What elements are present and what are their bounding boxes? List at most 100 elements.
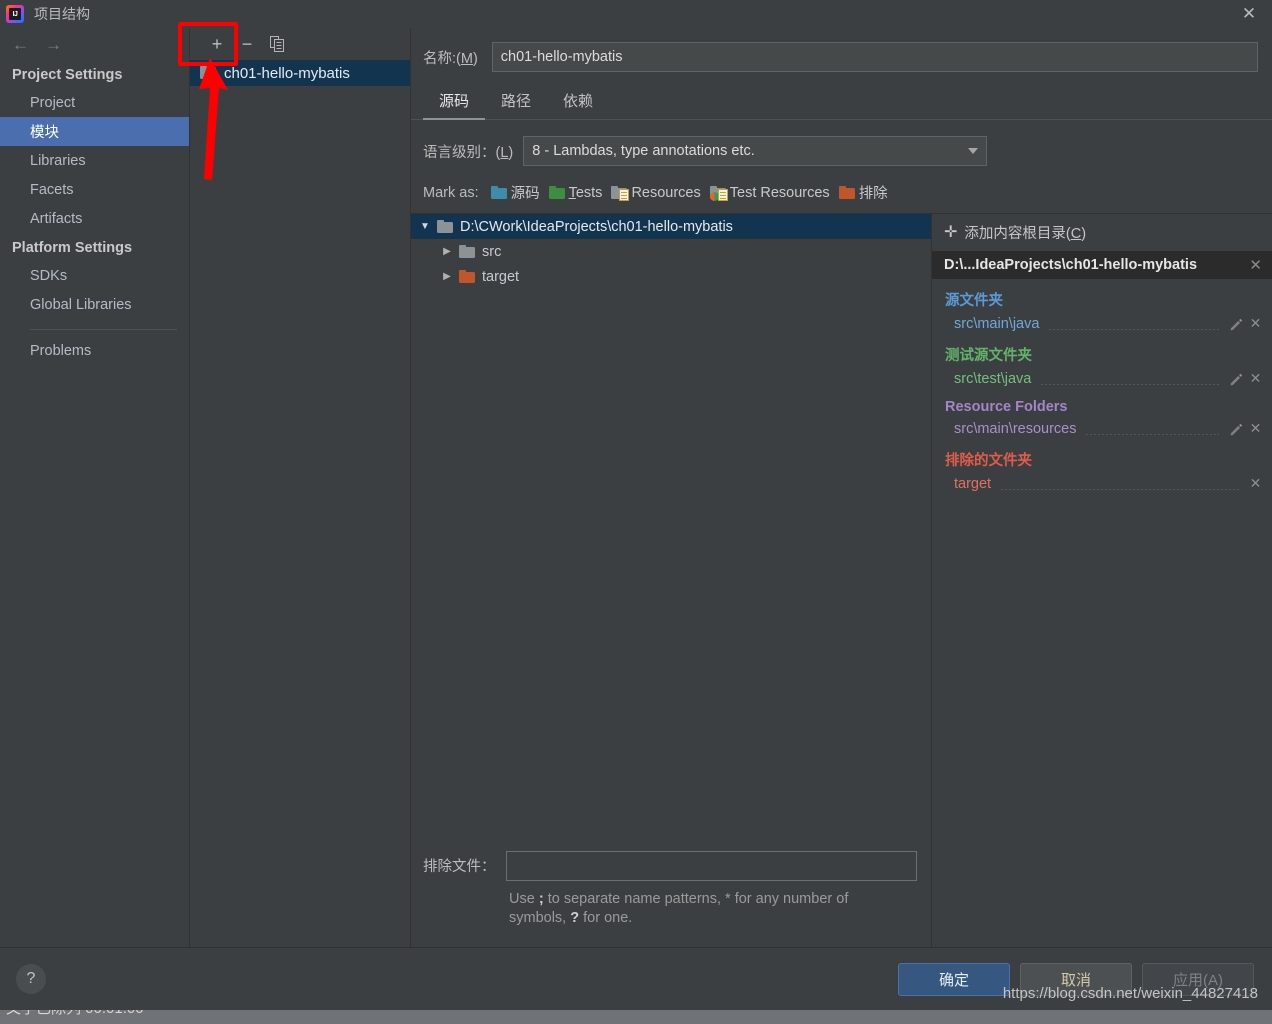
sidebar-item-sdks[interactable]: SDKs: [0, 261, 189, 290]
add-content-root-mnemonic: C: [1070, 226, 1082, 242]
ok-button[interactable]: 确定: [898, 962, 1010, 996]
remove-excluded-folder-icon[interactable]: ✕: [1249, 475, 1262, 492]
section-title-resource-folders: Resource Folders: [945, 399, 1068, 415]
excluded-folder-row[interactable]: target ✕: [932, 473, 1272, 494]
add-module-button[interactable]: +: [204, 32, 230, 56]
language-level-row: 语言级别：(L) 8 - Lambdas, type annotations e…: [411, 120, 1272, 166]
exclude-hint-suffix: for one.: [579, 910, 633, 927]
module-list-item[interactable]: ch01-hello-mybatis: [190, 60, 410, 86]
cancel-button[interactable]: 取消: [1020, 962, 1132, 996]
close-icon[interactable]: ✕: [1226, 0, 1272, 28]
excluded-folder-path: target: [954, 475, 992, 492]
edit-pencil-icon[interactable]: [1229, 317, 1243, 331]
language-level-dropdown[interactable]: 8 - Lambdas, type annotations etc.: [523, 136, 988, 166]
exclude-files-hint: Use ; to separate name patterns, * for a…: [509, 890, 909, 929]
module-name-label: 名称:(M): [423, 47, 478, 68]
add-content-root-label: 添加内容根目录(C): [964, 222, 1086, 243]
remove-test-source-folder-icon[interactable]: ✕: [1249, 370, 1262, 387]
row-dot-leader: [1001, 489, 1239, 490]
module-name-label-tail: ): [472, 50, 478, 67]
project-structure-dialog: IJ 项目结构 ✕ ← → Project Settings Project 模…: [0, 0, 1272, 1010]
sidebar-navigation: ← →: [0, 28, 189, 60]
collapse-triangle-icon[interactable]: ▼: [419, 221, 431, 232]
chevron-down-icon: [968, 148, 979, 154]
tree-row-src[interactable]: ▶ src: [411, 239, 931, 264]
dialog-title: 项目结构: [34, 6, 90, 22]
edit-pencil-icon[interactable]: [1229, 372, 1243, 386]
module-toolbar: + −: [190, 28, 410, 60]
exclude-files-label: 排除文件：: [423, 859, 496, 876]
source-folder-row[interactable]: src\main\java ✕: [932, 313, 1272, 334]
add-content-root-text: 添加内容根目录(: [964, 226, 1071, 242]
row-dot-leader: [1049, 329, 1219, 330]
sidebar-item-artifacts[interactable]: Artifacts: [0, 204, 189, 233]
mark-as-resources-button[interactable]: Resources: [611, 185, 701, 201]
sidebar-item-problems[interactable]: Problems: [0, 336, 189, 365]
content-root-section-sources: 源文件夹 src\main\java ✕: [932, 289, 1272, 334]
tab-paths[interactable]: 路径: [485, 84, 547, 120]
copy-icon: [269, 36, 284, 52]
module-name-input[interactable]: [491, 42, 1258, 72]
expand-triangle-icon[interactable]: ▶: [441, 271, 453, 282]
tree-row-target[interactable]: ▶ target: [411, 264, 931, 289]
exclude-hint-question: ?: [570, 910, 580, 927]
module-name-label-text: 名称:(: [423, 50, 461, 67]
mark-as-excluded-button[interactable]: 排除: [838, 182, 888, 203]
sidebar-group-project-settings: Project Settings: [12, 67, 123, 83]
sidebar-item-global-libraries[interactable]: Global Libraries: [0, 290, 189, 319]
tree-row-root-label: D:\CWork\IdeaProjects\ch01-hello-mybatis: [460, 218, 733, 235]
tab-dependencies[interactable]: 依赖: [547, 84, 609, 120]
tab-sources[interactable]: 源码: [423, 84, 486, 120]
module-tabs: 源码 路径 依赖: [411, 84, 1272, 120]
mark-as-test-resources-label: Test Resources: [729, 184, 830, 201]
dialog-footer: ? 确定 取消 应用(A) https://blog.csdn.net/weix…: [0, 947, 1272, 1010]
language-level-label-tail: ): [508, 144, 514, 161]
exclude-files-row: 排除文件：: [423, 850, 917, 881]
remove-resource-folder-icon[interactable]: ✕: [1249, 420, 1262, 437]
edit-pencil-icon[interactable]: [1229, 422, 1243, 436]
remove-module-button[interactable]: −: [234, 32, 260, 56]
sidebar-item-libraries[interactable]: Libraries: [0, 146, 189, 175]
help-button[interactable]: ?: [16, 964, 46, 994]
sidebar-item-modules[interactable]: 模块: [0, 117, 189, 146]
test-source-folder-row[interactable]: src\test\java ✕: [932, 368, 1272, 389]
content-root-section-excluded: 排除的文件夹 target ✕: [932, 449, 1272, 494]
remove-content-root-icon[interactable]: ✕: [1249, 256, 1262, 274]
module-folder-icon: [200, 66, 218, 81]
mark-as-sources-label: 源码: [510, 186, 540, 202]
sidebar-item-project[interactable]: Project: [0, 88, 189, 117]
forward-arrow-icon[interactable]: →: [45, 36, 62, 53]
language-level-value: 8 - Lambdas, type annotations etc.: [532, 143, 755, 159]
mark-as-excluded-label: 排除: [858, 186, 888, 202]
mark-as-tests-label: Tests: [569, 185, 603, 201]
module-detail-panel: 名称:(M) 源码 路径 依赖 语言级别：(L) 8 - Lambdas, ty…: [411, 28, 1272, 947]
language-level-label: 语言级别：(L): [423, 141, 513, 162]
sidebar-item-facets[interactable]: Facets: [0, 175, 189, 204]
sidebar-group-platform-settings: Platform Settings: [12, 240, 133, 256]
mark-as-sources-button[interactable]: 源码: [490, 182, 540, 203]
remove-source-folder-icon[interactable]: ✕: [1249, 315, 1262, 332]
exclude-files-input[interactable]: [505, 850, 917, 881]
section-title-source-folders: 源文件夹: [945, 293, 1003, 309]
mark-as-row: Mark as: 源码 Tests Resources Test Resourc…: [411, 166, 1272, 213]
back-arrow-icon[interactable]: ←: [12, 36, 29, 53]
folder-icon: [459, 244, 476, 259]
source-folder-path: src\main\java: [954, 315, 1040, 332]
copy-module-button[interactable]: [264, 32, 290, 56]
add-content-root-tail: ): [1081, 226, 1087, 242]
sources-panes: ▼ D:\CWork\IdeaProjects\ch01-hello-mybat…: [411, 213, 1272, 947]
add-content-root-button[interactable]: ✛ 添加内容根目录(C): [932, 214, 1272, 251]
folder-excluded-icon: [459, 269, 476, 284]
content-root-header: D:\...IdeaProjects\ch01-hello-mybatis ✕: [932, 251, 1272, 279]
footer-buttons: 确定 取消 应用(A): [898, 962, 1254, 996]
expand-triangle-icon[interactable]: ▶: [441, 246, 453, 257]
mark-as-label: Mark as:: [423, 184, 479, 201]
mark-as-test-resources-button[interactable]: Test Resources: [709, 184, 830, 201]
tree-row-root[interactable]: ▼ D:\CWork\IdeaProjects\ch01-hello-mybat…: [411, 214, 931, 239]
folder-excluded-icon: [838, 185, 856, 200]
content-roots-pane: ✛ 添加内容根目录(C) D:\...IdeaProjects\ch01-hel…: [932, 214, 1272, 947]
exclude-hint-prefix: Use: [509, 890, 539, 907]
dialog-titlebar: IJ 项目结构 ✕: [0, 0, 1272, 28]
resource-folder-row[interactable]: src\main\resources ✕: [932, 418, 1272, 439]
mark-as-tests-button[interactable]: Tests: [548, 185, 603, 201]
